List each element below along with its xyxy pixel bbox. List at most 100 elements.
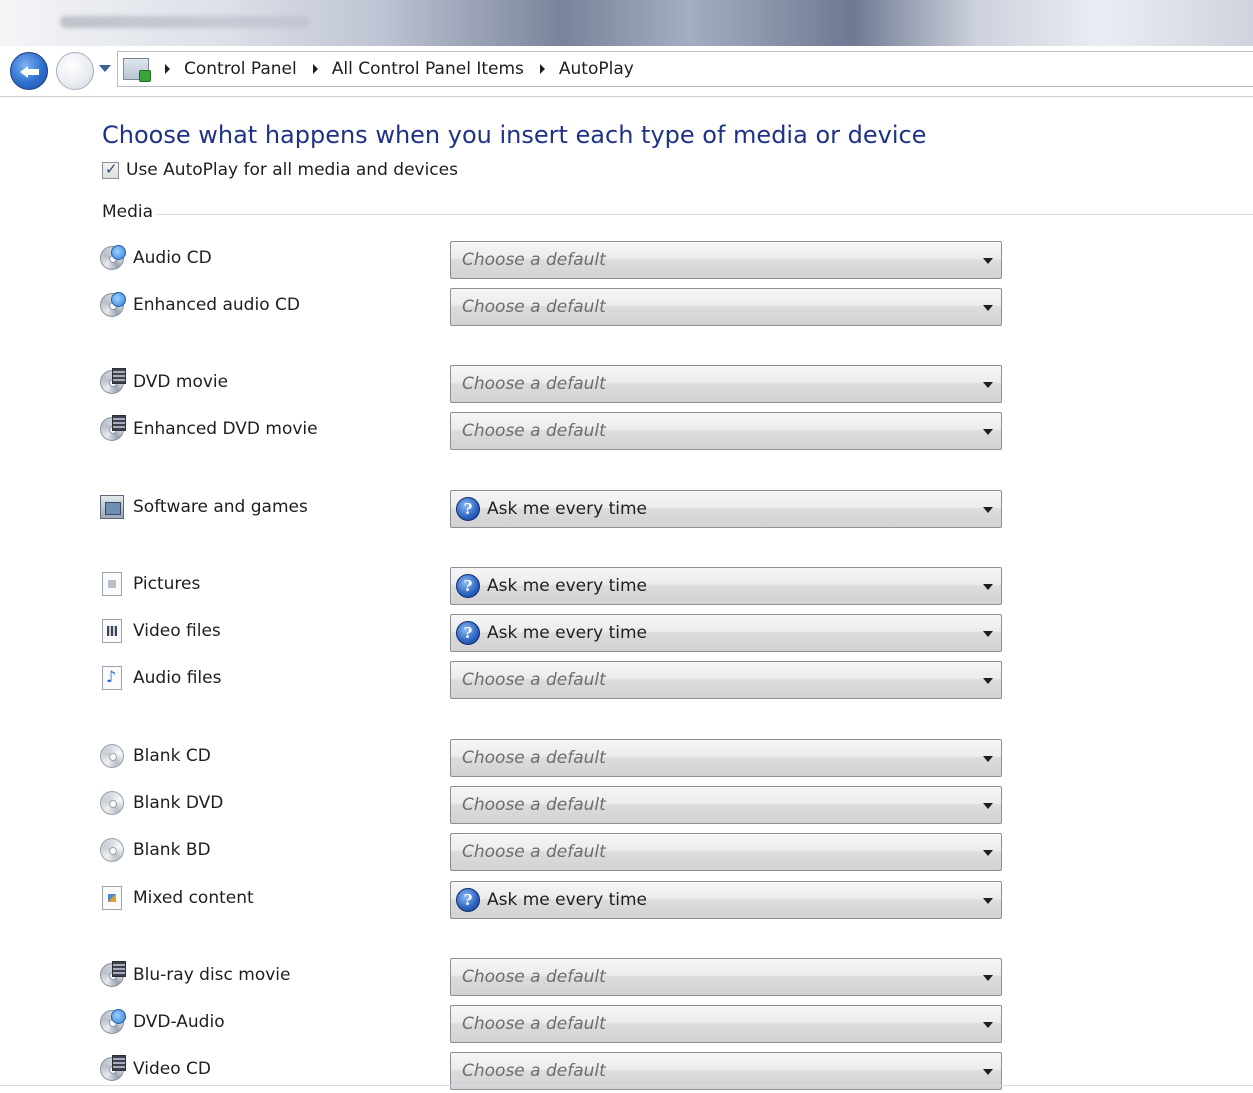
select-value: Ask me every time (487, 499, 647, 519)
audio-files-icon (102, 666, 122, 690)
media-label-text: Mixed content (133, 888, 254, 908)
action-select-video-files[interactable]: ? Ask me every time (450, 614, 1002, 652)
media-row-audio-files: Audio files Choose a default (100, 661, 1005, 699)
question-help-icon: ? (456, 621, 480, 645)
dvd-movie-icon (100, 415, 126, 441)
select-value: Choose a default (462, 670, 606, 690)
media-row-dvd-audio: DVD-Audio Choose a default (100, 1005, 1005, 1043)
media-label-text: Blank CD (133, 746, 211, 766)
control-panel-icon (123, 58, 151, 82)
media-row-mixed-content: Mixed content? Ask me every time (100, 881, 1005, 919)
select-value: Choose a default (462, 250, 606, 270)
media-label-text: DVD movie (133, 372, 229, 392)
breadcrumb-all-control-panel-items[interactable]: All Control Panel Items (332, 59, 524, 79)
dropdown-arrow-icon[interactable] (983, 507, 993, 513)
address-bar[interactable]: Control Panel All Control Panel Items Au… (117, 51, 1253, 87)
select-value: Choose a default (462, 297, 606, 317)
dropdown-arrow-icon[interactable] (983, 258, 993, 264)
dvd-audio-icon (100, 1009, 126, 1034)
window-title-blurred (60, 16, 310, 28)
question-help-icon: ? (456, 888, 480, 912)
select-value: Ask me every time (487, 623, 647, 643)
dropdown-arrow-icon[interactable] (983, 678, 993, 684)
dropdown-arrow-icon[interactable] (983, 1022, 993, 1028)
dropdown-arrow-icon[interactable] (983, 584, 993, 590)
question-help-icon: ? (456, 497, 480, 521)
media-label: Video files (100, 619, 221, 643)
action-select-mixed-content[interactable]: ? Ask me every time (450, 881, 1002, 919)
select-value: Ask me every time (487, 576, 647, 596)
media-label: Blank DVD (100, 791, 223, 815)
media-row-enhanced-audio-cd: Enhanced audio CD Choose a default (100, 288, 1005, 326)
audio-cd-icon (100, 245, 126, 270)
action-select-enhanced-dvd-movie[interactable]: Choose a default (450, 412, 1002, 450)
action-select-dvd-audio[interactable]: Choose a default (450, 1005, 1002, 1043)
dropdown-arrow-icon[interactable] (983, 382, 993, 388)
blank-disc-icon (100, 791, 124, 815)
use-autoplay-option[interactable]: Use AutoPlay for all media and devices (102, 160, 458, 180)
breadcrumb-control-panel[interactable]: Control Panel (184, 59, 297, 79)
select-value: Choose a default (462, 795, 606, 815)
action-select-blank-cd[interactable]: Choose a default (450, 739, 1002, 777)
select-value: Choose a default (462, 1061, 606, 1081)
use-autoplay-label[interactable]: Use AutoPlay for all media and devices (126, 160, 458, 180)
back-button[interactable] (10, 52, 48, 90)
breadcrumb-separator-icon[interactable] (165, 64, 170, 74)
action-select-enhanced-audio-cd[interactable]: Choose a default (450, 288, 1002, 326)
select-value: Ask me every time (487, 890, 647, 910)
action-select-blank-dvd[interactable]: Choose a default (450, 786, 1002, 824)
dropdown-arrow-icon[interactable] (983, 898, 993, 904)
media-label: Software and games (100, 495, 308, 519)
media-label-text: Enhanced DVD movie (133, 419, 318, 439)
media-label-text: Video files (133, 621, 221, 641)
media-label: DVD movie (100, 368, 229, 394)
dropdown-arrow-icon[interactable] (983, 850, 993, 856)
breadcrumb-separator-icon[interactable] (312, 64, 318, 74)
dropdown-arrow-icon[interactable] (983, 1069, 993, 1075)
recent-pages-dropdown-icon[interactable] (99, 65, 111, 72)
action-select-audio-cd[interactable]: Choose a default (450, 241, 1002, 279)
media-label: Video CD (100, 1055, 211, 1081)
dropdown-arrow-icon[interactable] (983, 803, 993, 809)
bottom-divider (0, 1085, 1253, 1086)
blu-ray-icon (100, 961, 126, 987)
video-files-icon (102, 619, 122, 643)
media-label-text: DVD-Audio (133, 1012, 225, 1032)
action-select-blank-bd[interactable]: Choose a default (450, 833, 1002, 871)
forward-button[interactable] (56, 52, 94, 90)
blank-disc-icon (100, 838, 124, 862)
media-label: Audio files (100, 666, 221, 690)
action-select-software-and-games[interactable]: ? Ask me every time (450, 490, 1002, 528)
section-divider (155, 214, 1253, 215)
action-select-audio-files[interactable]: Choose a default (450, 661, 1002, 699)
action-select-dvd-movie[interactable]: Choose a default (450, 365, 1002, 403)
dropdown-arrow-icon[interactable] (983, 756, 993, 762)
use-autoplay-checkbox[interactable] (102, 160, 119, 179)
dropdown-arrow-icon[interactable] (983, 631, 993, 637)
breadcrumb-autoplay[interactable]: AutoPlay (559, 59, 634, 79)
select-value: Choose a default (462, 842, 606, 862)
media-label: Mixed content (100, 886, 254, 910)
media-row-dvd-movie: DVD movie Choose a default (100, 365, 1005, 403)
dropdown-arrow-icon[interactable] (983, 429, 993, 435)
select-value: Choose a default (462, 421, 606, 441)
media-section-label: Media (102, 202, 158, 222)
action-select-blu-ray-disc-movie[interactable]: Choose a default (450, 958, 1002, 996)
dropdown-arrow-icon[interactable] (983, 975, 993, 981)
page-title: Choose what happens when you insert each… (102, 121, 927, 149)
breadcrumb-separator-icon[interactable] (539, 64, 545, 74)
media-row-blank-dvd: Blank DVD Choose a default (100, 786, 1005, 824)
video-cd-icon (100, 1055, 126, 1081)
media-label: Blu-ray disc movie (100, 961, 291, 987)
dropdown-arrow-icon[interactable] (983, 305, 993, 311)
question-help-icon: ? (456, 574, 480, 598)
navigation-bar: Control Panel All Control Panel Items Au… (0, 46, 1253, 97)
media-label: DVD-Audio (100, 1009, 225, 1034)
action-select-pictures[interactable]: ? Ask me every time (450, 567, 1002, 605)
media-label-text: Enhanced audio CD (133, 295, 300, 315)
media-label: Enhanced audio CD (100, 292, 300, 317)
media-row-enhanced-dvd-movie: Enhanced DVD movie Choose a default (100, 412, 1005, 450)
media-row-blu-ray-disc-movie: Blu-ray disc movie Choose a default (100, 958, 1005, 996)
select-value: Choose a default (462, 374, 606, 394)
media-label: Blank BD (100, 838, 211, 862)
